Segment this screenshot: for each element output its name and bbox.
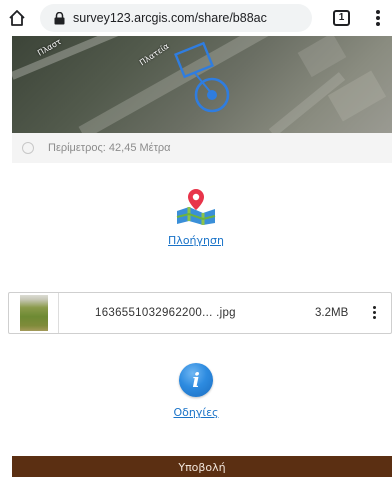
info-icon[interactable]: i bbox=[179, 363, 213, 397]
map-geometry bbox=[12, 36, 387, 133]
browser-toolbar: survey123.arcgis.com/share/b88ac 1 bbox=[0, 0, 392, 36]
home-icon[interactable] bbox=[8, 9, 26, 27]
perimeter-bar: Περίμετρος: 42,45 Μέτρα bbox=[12, 133, 392, 163]
perimeter-text: Περίμετρος: 42,45 Μέτρα bbox=[48, 142, 171, 154]
menu-dots-icon[interactable] bbox=[375, 9, 381, 27]
attachment-file-name: 1636551032962200... .jpg bbox=[95, 307, 236, 319]
address-bar[interactable]: survey123.arcgis.com/share/b88ac bbox=[40, 4, 312, 32]
attachment-thumbnail[interactable] bbox=[9, 293, 59, 333]
info-circle-icon bbox=[22, 142, 34, 154]
url-text: survey123.arcgis.com/share/b88ac bbox=[73, 11, 267, 25]
attachment-file-size: 3.2MB bbox=[315, 307, 349, 319]
attachment-row[interactable]: 1636551032962200... .jpg 3.2MB bbox=[8, 292, 392, 334]
navigation-map-icon[interactable] bbox=[175, 187, 217, 225]
submit-button[interactable]: Υποβολή bbox=[12, 456, 392, 477]
map-view[interactable]: Πλαστ Πλατεία bbox=[12, 36, 392, 133]
lock-icon bbox=[54, 11, 65, 24]
file-menu-icon[interactable] bbox=[371, 306, 377, 322]
tab-count-icon[interactable]: 1 bbox=[333, 10, 350, 26]
thumbnail-image bbox=[20, 295, 48, 331]
navigation-link[interactable]: Πλοήγηση bbox=[0, 234, 392, 247]
instructions-link[interactable]: Οδηγίες bbox=[0, 406, 392, 419]
